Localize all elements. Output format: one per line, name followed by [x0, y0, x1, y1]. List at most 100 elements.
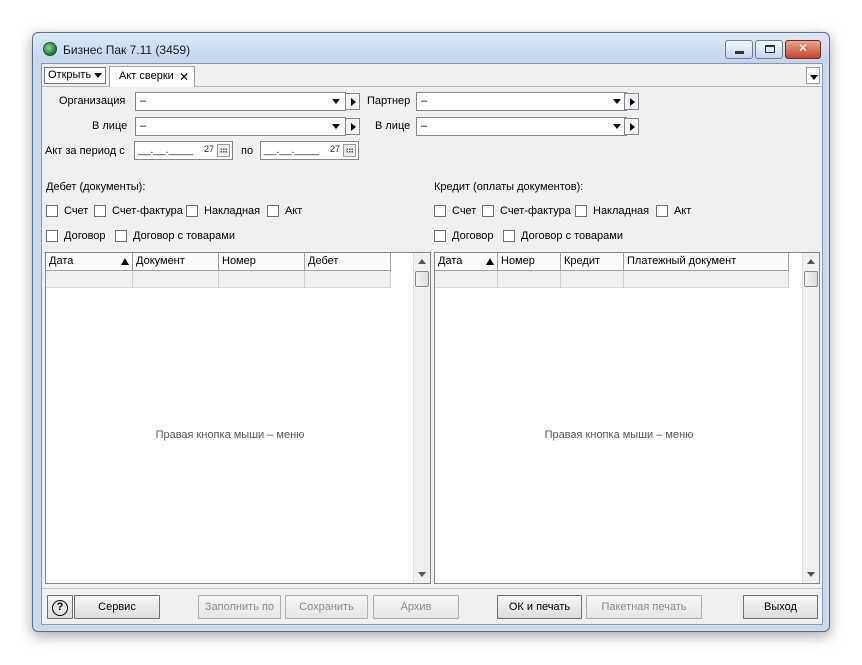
- partner-face-label: В лице: [375, 120, 411, 132]
- debit-col-document[interactable]: Документ: [133, 253, 219, 271]
- minimize-button[interactable]: [725, 40, 753, 59]
- date-from-field[interactable]: __.__.____ 27: [134, 141, 233, 160]
- debit-grid-scrollbar[interactable]: [413, 253, 430, 583]
- credit-col-credit[interactable]: Кредит: [561, 253, 624, 271]
- partner-select[interactable]: –: [416, 92, 627, 111]
- org-face-open-button[interactable]: [345, 118, 360, 135]
- window-title: Бизнес Пак 7.11 (3459): [63, 43, 191, 57]
- table-cell: [561, 271, 624, 288]
- partner-open-button[interactable]: [624, 93, 639, 110]
- dropdown-arrow-icon: [613, 124, 621, 129]
- credit-check-invoice-label: Счет: [452, 205, 477, 217]
- play-arrow-icon: [351, 98, 356, 106]
- debit-col-debit[interactable]: Дебет: [305, 253, 391, 271]
- table-cell: [219, 271, 305, 288]
- credit-check-waybill[interactable]: [575, 205, 587, 217]
- table-cell: [624, 271, 789, 288]
- credit-check-tax-invoice[interactable]: [482, 205, 494, 217]
- fill-by-button[interactable]: Заполнить по: [198, 595, 281, 619]
- dropdown-arrow-icon: [613, 99, 621, 104]
- table-cell: [498, 271, 561, 288]
- scroll-thumb[interactable]: [415, 271, 429, 287]
- minimize-icon: [735, 51, 744, 54]
- partner-face-open-button[interactable]: [624, 118, 639, 135]
- credit-check-invoice[interactable]: [434, 205, 446, 217]
- close-window-button[interactable]: ✕: [785, 40, 821, 59]
- sort-ascending-icon: [121, 258, 129, 265]
- credit-grid-scrollbar[interactable]: [802, 253, 819, 583]
- title-bar[interactable]: Бизнес Пак 7.11 (3459) ✕: [33, 33, 829, 63]
- table-cell: [305, 271, 391, 288]
- credit-check-contract[interactable]: [434, 230, 446, 242]
- open-menu-label: Открыть: [48, 69, 92, 81]
- service-button[interactable]: Сервис: [74, 595, 160, 619]
- debit-check-invoice[interactable]: [46, 205, 58, 217]
- partner-face-select[interactable]: –: [416, 117, 627, 136]
- period-to-label: по: [241, 145, 254, 157]
- scroll-down-icon[interactable]: [807, 572, 815, 577]
- maximize-button[interactable]: [755, 40, 783, 59]
- credit-check-contract-label: Договор: [452, 230, 494, 242]
- organization-open-button[interactable]: [345, 93, 360, 110]
- scroll-thumb[interactable]: [804, 271, 818, 287]
- credit-check-contract-goods-label: Договор с товарами: [521, 230, 623, 242]
- client-area: Открыть Акт сверки ✕ Организация – Партн…: [41, 63, 823, 625]
- ok-print-button[interactable]: ОК и печать: [497, 595, 582, 619]
- credit-col-date-label: Дата: [438, 255, 463, 267]
- table-row[interactable]: [46, 271, 391, 288]
- play-arrow-icon: [630, 123, 635, 131]
- credit-check-waybill-label: Накладная: [593, 205, 650, 217]
- debit-check-tax-invoice-label: Счет-фактура: [112, 205, 183, 217]
- calendar-icon[interactable]: [217, 144, 230, 157]
- organization-label: Организация: [59, 95, 126, 107]
- date-to-field[interactable]: __.__.____ 27: [260, 141, 359, 160]
- credit-check-contract-goods[interactable]: [503, 230, 515, 242]
- debit-check-act-label: Акт: [285, 205, 303, 217]
- debit-check-waybill[interactable]: [186, 205, 198, 217]
- save-button[interactable]: Сохранить: [285, 595, 368, 619]
- credit-col-number[interactable]: Номер: [498, 253, 561, 271]
- tab-label: Акт сверки: [119, 70, 174, 82]
- calendar-icon[interactable]: [343, 144, 356, 157]
- credit-check-act[interactable]: [656, 205, 668, 217]
- credit-grid[interactable]: Дата Номер Кредит Платежный документ Пра…: [434, 252, 820, 584]
- help-icon: ?: [52, 600, 68, 616]
- debit-col-date[interactable]: Дата: [46, 253, 133, 271]
- app-window: Бизнес Пак 7.11 (3459) ✕ Открыть Акт све…: [32, 32, 830, 632]
- tab-act-reconciliation[interactable]: Акт сверки ✕: [109, 66, 195, 87]
- scroll-up-icon[interactable]: [418, 259, 426, 264]
- close-tab-icon[interactable]: ✕: [179, 70, 189, 84]
- credit-col-date[interactable]: Дата: [435, 253, 498, 271]
- debit-check-contract-goods[interactable]: [115, 230, 127, 242]
- debit-check-contract[interactable]: [46, 230, 58, 242]
- organization-select[interactable]: –: [135, 92, 346, 111]
- partner-value: –: [421, 95, 428, 107]
- credit-col-payment-document[interactable]: Платежный документ: [624, 253, 789, 271]
- table-cell: [133, 271, 219, 288]
- date-from-value: __.__.____: [138, 144, 194, 156]
- close-icon: ✕: [797, 41, 809, 55]
- tab-strip: Открыть Акт сверки ✕: [42, 64, 822, 87]
- date-from-day: 27: [203, 144, 214, 154]
- open-menu-button[interactable]: Открыть: [44, 67, 106, 84]
- debit-grid[interactable]: Дата Документ Номер Дебет Правая кнопка …: [45, 252, 431, 584]
- dropdown-arrow-icon: [332, 124, 340, 129]
- debit-check-tax-invoice[interactable]: [94, 205, 106, 217]
- debit-col-number[interactable]: Номер: [219, 253, 305, 271]
- debit-check-act[interactable]: [267, 205, 279, 217]
- archive-button[interactable]: Архив: [373, 595, 459, 619]
- scroll-down-icon[interactable]: [418, 572, 426, 577]
- table-cell: [46, 271, 133, 288]
- table-row[interactable]: [435, 271, 789, 288]
- exit-button[interactable]: Выход: [743, 595, 818, 619]
- batch-print-button[interactable]: Пакетная печать: [586, 595, 702, 619]
- table-cell: [435, 271, 498, 288]
- tab-list-dropdown[interactable]: [806, 67, 820, 84]
- date-to-day: 27: [329, 144, 340, 154]
- credit-check-tax-invoice-label: Счет-фактура: [500, 205, 571, 217]
- help-button[interactable]: ?: [47, 595, 73, 619]
- debit-check-waybill-label: Накладная: [204, 205, 261, 217]
- scroll-up-icon[interactable]: [807, 259, 815, 264]
- debit-title: Дебет (документы):: [46, 181, 146, 193]
- org-face-select[interactable]: –: [135, 117, 346, 136]
